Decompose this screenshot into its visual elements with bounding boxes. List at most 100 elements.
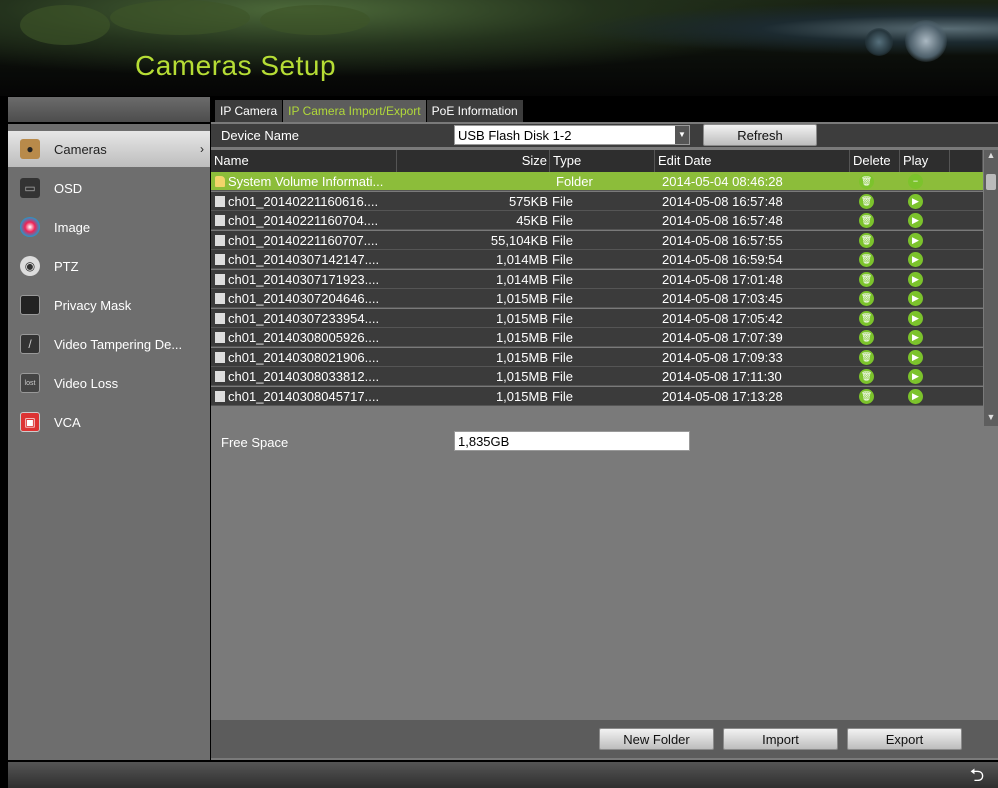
table-row[interactable]: ch01_20140307233954.... 1,015MB File 2014-0…: [211, 308, 983, 328]
scroll-up-icon[interactable]: ▲: [984, 150, 998, 164]
device-row: Device Name USB Flash Disk 1-2 ▼ Refresh: [211, 124, 998, 147]
sidebar-item-video-loss[interactable]: lost Video Loss: [8, 365, 210, 401]
table-row[interactable]: System Volume Informati... Folder 2014-05-…: [211, 172, 983, 191]
table-row[interactable]: ch01_20140307171923.... 1,014MB File 2014-0…: [211, 269, 983, 289]
play-icon[interactable]: ▶: [908, 330, 923, 345]
cell-edit-date: 2014-05-08 17:05:42: [662, 310, 783, 326]
cell-name: System Volume Informati...: [211, 172, 397, 191]
play-icon[interactable]: ▶: [908, 388, 923, 404]
play-icon[interactable]: ▶: [908, 369, 923, 384]
table-row[interactable]: ch01_20140308033812.... 1,015MB File 2014-0…: [211, 367, 983, 386]
cell-name: ch01_20140221160616....: [211, 192, 397, 211]
cell-edit-date: 2014-05-08 16:57:48: [662, 193, 783, 209]
file-icon: [215, 371, 225, 382]
ptz-icon: ◉: [20, 256, 40, 276]
sidebar-item-vca[interactable]: ▣ VCA: [8, 404, 210, 440]
scroll-down-icon[interactable]: ▼: [984, 412, 998, 426]
dropdown-arrow-icon[interactable]: ▼: [675, 126, 689, 144]
refresh-button[interactable]: Refresh: [703, 124, 817, 146]
play-icon[interactable]: ▶: [908, 310, 923, 326]
column-header-spacer: [950, 150, 983, 172]
table-row[interactable]: ch01_20140221160616.... 575KB File 2014-05-…: [211, 191, 983, 211]
delete-icon[interactable]: 🗑: [859, 310, 874, 326]
cell-size: 575KB: [508, 193, 548, 209]
play-icon[interactable]: ▶: [908, 193, 923, 209]
cell-size: 1,015MB: [495, 369, 548, 384]
play-icon[interactable]: ▶: [908, 213, 923, 228]
export-button[interactable]: Export: [847, 728, 962, 750]
delete-icon[interactable]: 🗑: [859, 174, 874, 189]
tab-ip-camera[interactable]: IP Camera: [215, 100, 283, 122]
import-button[interactable]: Import: [723, 728, 838, 750]
file-icon: [215, 234, 225, 246]
file-name: ch01_20140308005926....: [228, 330, 380, 345]
delete-icon[interactable]: 🗑: [859, 271, 874, 287]
sidebar-item-ptz[interactable]: ◉ PTZ: [8, 248, 210, 284]
sidebar-item-video-tampering[interactable]: / Video Tampering De...: [8, 326, 210, 362]
sidebar-item-osd[interactable]: ▭ OSD: [8, 170, 210, 206]
orb-decoration: [905, 20, 947, 62]
delete-icon[interactable]: 🗑: [859, 369, 874, 384]
column-header-type[interactable]: Type: [550, 150, 655, 172]
delete-icon[interactable]: 🗑: [859, 388, 874, 404]
table-row[interactable]: ch01_20140307142147.... 1,014MB File 2014-0…: [211, 250, 983, 269]
table-header: Name Size Type Edit Date Delete Play: [211, 150, 983, 172]
tab-ip-camera-import-export[interactable]: IP Camera Import/Export: [283, 100, 426, 122]
file-name: ch01_20140308045717....: [228, 388, 380, 404]
cell-type: File: [552, 388, 573, 404]
table-row[interactable]: ch01_20140221160707.... 55,104KB File 2014-…: [211, 230, 983, 250]
delete-icon[interactable]: 🗑: [859, 213, 874, 228]
leaf-decoration: [110, 0, 250, 35]
sidebar-item-cameras[interactable]: ● Cameras ›: [8, 131, 210, 167]
delete-icon[interactable]: 🗑: [859, 193, 874, 209]
table-row[interactable]: ch01_20140308005926.... 1,015MB File 2014-0…: [211, 328, 983, 347]
sidebar-item-privacy-mask[interactable]: Privacy Mask: [8, 287, 210, 323]
cell-size: 1,014MB: [495, 271, 548, 287]
video-loss-icon: lost: [20, 373, 40, 393]
delete-icon[interactable]: 🗑: [859, 291, 874, 306]
table-row[interactable]: ch01_20140307204646.... 1,015MB File 2014-0…: [211, 289, 983, 308]
image-icon: [20, 217, 40, 237]
cell-type: File: [552, 213, 573, 228]
delete-icon[interactable]: 🗑: [859, 349, 874, 365]
sidebar-item-image[interactable]: Image: [8, 209, 210, 245]
back-arrow-icon[interactable]: ⮌: [966, 765, 988, 785]
table-row[interactable]: ch01_20140308045717.... 1,015MB File 2014-0…: [211, 386, 983, 406]
device-name-select[interactable]: USB Flash Disk 1-2 ▼: [454, 125, 690, 145]
column-header-name[interactable]: Name: [211, 150, 397, 172]
delete-icon[interactable]: 🗑: [859, 232, 874, 248]
table-row[interactable]: ch01_20140221160704.... 45KB File 2014-05-0…: [211, 211, 983, 230]
delete-icon[interactable]: 🗑: [859, 252, 874, 267]
scrollbar-thumb[interactable]: [986, 174, 996, 190]
file-icon: [215, 195, 225, 207]
cell-name: ch01_20140308033812....: [211, 367, 397, 386]
play-icon[interactable]: ▶: [908, 349, 923, 365]
column-header-edit-date[interactable]: Edit Date: [655, 150, 850, 172]
camera-icon: ●: [20, 139, 40, 159]
cell-size: 1,015MB: [495, 330, 548, 345]
play-icon[interactable]: ▶: [908, 232, 923, 248]
privacy-mask-icon: [20, 295, 40, 315]
tab-bar: IP Camera IP Camera Import/Export PoE In…: [211, 97, 998, 122]
file-icon: [215, 273, 225, 285]
cell-type: File: [552, 271, 573, 287]
column-header-size[interactable]: Size: [397, 150, 550, 172]
cell-type: File: [552, 349, 573, 365]
minus-icon[interactable]: −: [908, 174, 923, 189]
orb-decoration: [865, 28, 893, 56]
action-bar: New Folder Import Export: [211, 720, 998, 758]
table-scrollbar[interactable]: ▲ ▼: [984, 150, 998, 426]
cell-size: 1,014MB: [495, 252, 548, 267]
file-icon: [215, 390, 225, 402]
new-folder-button[interactable]: New Folder: [599, 728, 714, 750]
cell-name: ch01_20140307171923....: [211, 270, 397, 289]
cell-edit-date: 2014-05-08 16:57:48: [662, 213, 783, 228]
sidebar-item-label: Video Tampering De...: [54, 336, 183, 352]
cell-name: ch01_20140308021906....: [211, 348, 397, 367]
table-row[interactable]: ch01_20140308021906.... 1,015MB File 2014-0…: [211, 347, 983, 367]
play-icon[interactable]: ▶: [908, 291, 923, 306]
play-icon[interactable]: ▶: [908, 271, 923, 287]
delete-icon[interactable]: 🗑: [859, 330, 874, 345]
play-icon[interactable]: ▶: [908, 252, 923, 267]
tab-poe-information[interactable]: PoE Information: [426, 100, 523, 122]
